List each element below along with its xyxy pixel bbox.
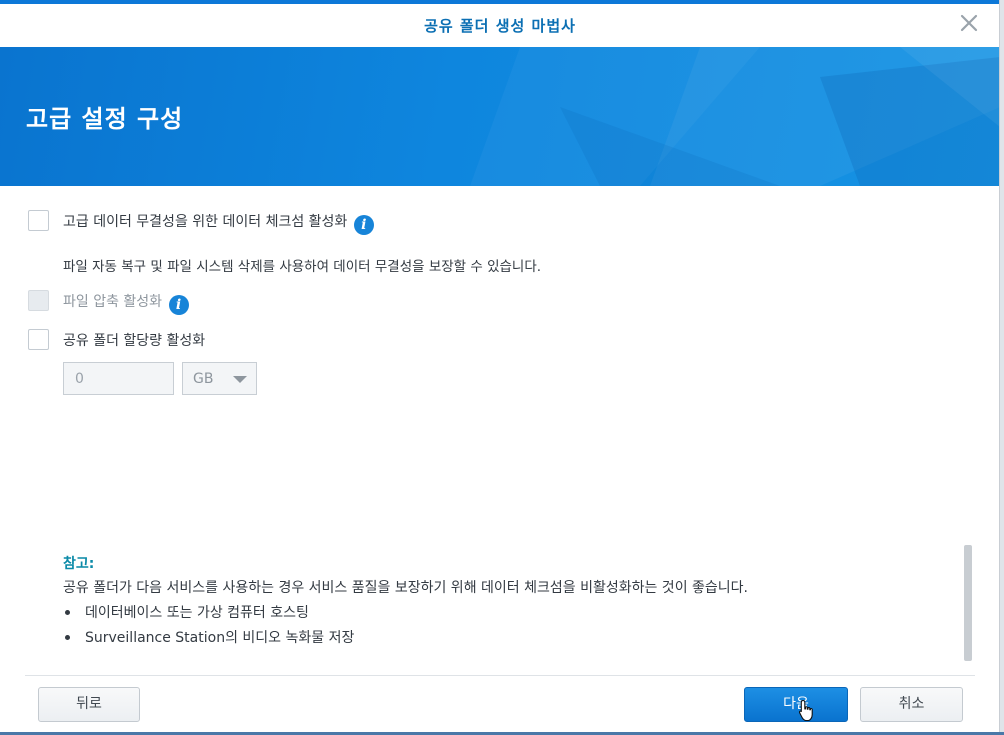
quota-unit-select[interactable]: GB: [182, 362, 257, 395]
list-item: 데이터베이스 또는 가상 컴퓨터 호스팅: [63, 602, 943, 622]
list-item: Surveillance Station의 비디오 녹화물 저장: [63, 627, 943, 647]
checksum-checkbox[interactable]: [28, 210, 49, 231]
note-body: 공유 폴더가 다음 서비스를 사용하는 경우 서비스 품질을 보장하기 위해 데…: [63, 580, 748, 596]
quota-label[interactable]: 공유 폴더 할당량 활성화: [63, 330, 205, 350]
chevron-down-icon: [233, 376, 247, 383]
cancel-button[interactable]: 취소: [860, 687, 963, 722]
window-title: 공유 폴더 생성 마법사: [424, 17, 576, 35]
info-icon[interactable]: i: [168, 295, 189, 315]
checksum-description: 파일 자동 복구 및 파일 시스템 삭제를 사용하여 데이터 무결성을 보장할 …: [63, 259, 542, 275]
checksum-label[interactable]: 고급 데이터 무결성을 위한 데이터 체크섬 활성화: [63, 214, 347, 230]
header-banner: 고급 설정 구성: [0, 47, 999, 186]
compression-label-wrap: 파일 압축 활성화 i: [63, 291, 189, 315]
scrollbar-thumb[interactable]: [964, 545, 972, 661]
back-button[interactable]: 뒤로: [38, 687, 140, 722]
quota-unit-value: GB: [193, 371, 214, 387]
title-bar: 공유 폴더 생성 마법사: [0, 0, 999, 47]
hand-cursor-icon: [798, 699, 813, 722]
quota-size-input[interactable]: [63, 362, 174, 395]
quota-checkbox[interactable]: [28, 329, 49, 350]
info-icon[interactable]: i: [353, 215, 374, 235]
close-icon[interactable]: [958, 12, 980, 34]
note-list: 데이터베이스 또는 가상 컴퓨터 호스팅 Surveillance Statio…: [63, 602, 943, 647]
checksum-label-wrap: 고급 데이터 무결성을 위한 데이터 체크섬 활성화 i: [63, 211, 374, 235]
note-title: 참고:: [63, 556, 95, 572]
step-title: 고급 설정 구성: [26, 105, 184, 133]
compression-label: 파일 압축 활성화: [63, 294, 163, 310]
compression-checkbox: [28, 290, 49, 311]
next-button[interactable]: 다음: [744, 687, 848, 722]
footer-divider: [25, 675, 975, 676]
wizard-dialog: 공유 폴더 생성 마법사 고급 설정 구성 고급 데이터 무결성을 위한 데이터…: [0, 0, 1000, 732]
note-section: 참고: 공유 폴더가 다음 서비스를 사용하는 경우 서비스 품질을 보장하기 …: [63, 553, 943, 652]
